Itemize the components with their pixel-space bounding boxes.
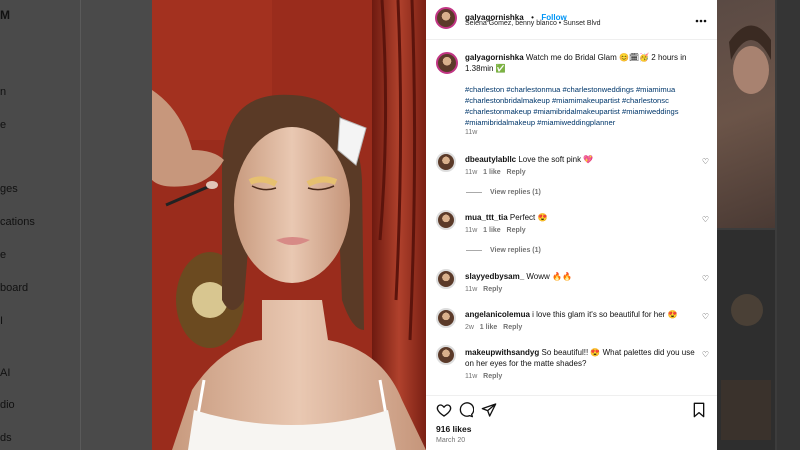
reply-button[interactable]: Reply — [507, 169, 526, 176]
save-icon[interactable] — [692, 402, 708, 418]
background-divider — [80, 0, 81, 450]
background-nav-fragment: e — [0, 119, 7, 131]
comment-item: slayyedbysam_ Woww 🔥🔥 ♡ 11w Reply — [426, 265, 717, 301]
comment-likes[interactable]: 1 like — [483, 227, 501, 234]
commenter-avatar[interactable] — [436, 345, 456, 365]
comment-username[interactable]: angelanicolemua — [465, 310, 530, 319]
comment-body: slayyedbysam_ Woww 🔥🔥 — [465, 271, 697, 282]
author-avatar[interactable] — [435, 7, 457, 29]
share-icon[interactable] — [481, 402, 497, 418]
reply-button[interactable]: Reply — [507, 227, 526, 234]
comment-meta: 11w Reply — [465, 286, 502, 293]
comment-body: dbeautylabllc Love the soft pink 💖 — [465, 154, 697, 165]
comment-time: 11w — [465, 373, 478, 380]
comment-username[interactable]: dbeautylabllc — [465, 155, 516, 164]
caption-timestamp: 11w — [465, 129, 478, 136]
more-options-icon[interactable] — [695, 10, 707, 28]
commenter-avatar[interactable] — [436, 210, 456, 230]
commenter-avatar[interactable] — [436, 269, 456, 289]
background-logo: M — [0, 8, 10, 22]
audio-location[interactable]: Selena Gomez, benny blanco • Sunset Blvd — [465, 20, 601, 27]
background-nav-fragment: AI — [0, 367, 11, 379]
commenter-avatar[interactable] — [436, 152, 456, 172]
background-nav-fragment: n — [0, 86, 7, 98]
comment-body: angelanicolemua i love this glam it's so… — [465, 309, 697, 320]
background-page-left: M n e ges cations e board I AI dio ds — [0, 0, 152, 450]
comment-item: angelanicolemua i love this glam it's so… — [426, 304, 717, 340]
background-nav-fragment: I — [0, 315, 4, 327]
comment-text: Woww 🔥🔥 — [526, 272, 572, 281]
background-nav-fragment: cations — [0, 216, 35, 228]
like-comment-icon[interactable]: ♡ — [702, 312, 709, 321]
caption-hashtags[interactable]: #charleston #charlestonmua #charlestonwe… — [465, 84, 697, 128]
reply-button[interactable]: Reply — [483, 286, 502, 293]
comment-time: 11w — [465, 286, 478, 293]
background-page-right — [717, 0, 800, 450]
comment-icon[interactable] — [458, 402, 475, 418]
comment-likes[interactable]: 1 like — [480, 324, 498, 331]
comment-username[interactable]: mua_ttt_tia — [465, 213, 508, 222]
background-thumbnail — [717, 230, 775, 450]
likes-count[interactable]: 916 likes — [436, 424, 471, 434]
like-icon[interactable] — [436, 402, 452, 418]
post-actions-bar: 916 likes March 20 — [426, 395, 717, 450]
comment-username[interactable]: slayyedbysam_ — [465, 272, 524, 281]
comment-likes[interactable]: 1 like — [483, 169, 501, 176]
background-nav-fragment: e — [0, 249, 7, 261]
caption-username[interactable]: galyagornishka — [465, 53, 524, 62]
view-replies-button[interactable]: View replies (1) — [466, 189, 541, 196]
comment-meta: 2w 1 like Reply — [465, 324, 522, 331]
background-nav-fragment: board — [0, 282, 29, 294]
comment-item: mua_ttt_tia Perfect 😍 ♡ 11w 1 like Reply… — [426, 206, 717, 266]
commenter-avatar[interactable] — [436, 308, 456, 328]
like-comment-icon[interactable]: ♡ — [702, 215, 709, 224]
comment-username[interactable]: makeupwithsandyg — [465, 348, 539, 357]
reply-button[interactable]: Reply — [503, 324, 522, 331]
caption-avatar[interactable] — [436, 52, 458, 74]
background-thumbnail — [717, 0, 775, 228]
post-media[interactable] — [152, 0, 426, 450]
comment-body: mua_ttt_tia Perfect 😍 — [465, 212, 697, 223]
comment-time: 11w — [465, 227, 478, 234]
post-date: March 20 — [436, 437, 466, 444]
post-header: galyagornishka • Follow Selena Gomez, be… — [426, 0, 717, 40]
comment-item: dbeautylabllc Love the soft pink 💖 ♡ 11w… — [426, 148, 717, 208]
caption-body: galyagornishka Watch me do Bridal Glam 😊… — [465, 52, 697, 74]
background-nav-fragment: ges — [0, 183, 18, 195]
like-comment-icon[interactable]: ♡ — [702, 274, 709, 283]
post-video-frame — [152, 0, 426, 450]
comment-meta: 11w 1 like Reply — [465, 169, 526, 176]
post-caption: galyagornishka Watch me do Bridal Glam 😊… — [426, 40, 717, 140]
comment-item: makeupwithsandyg So beautiful!! 😍 What p… — [426, 342, 717, 390]
reply-button[interactable]: Reply — [483, 373, 502, 380]
comment-text: Love the soft pink 💖 — [518, 155, 594, 164]
comment-text: Perfect 😍 — [509, 213, 548, 222]
view-replies-button[interactable]: View replies (1) — [466, 247, 541, 254]
like-comment-icon[interactable]: ♡ — [702, 350, 709, 359]
background-nav-fragment: ds — [0, 432, 12, 444]
comment-time: 2w — [465, 324, 474, 331]
like-comment-icon[interactable]: ♡ — [702, 157, 709, 166]
comment-meta: 11w 1 like Reply — [465, 227, 526, 234]
post-details-panel: galyagornishka • Follow Selena Gomez, be… — [426, 0, 717, 450]
background-nav-fragment: dio — [0, 399, 15, 411]
comment-text: i love this glam it's so beautiful for h… — [532, 310, 678, 319]
background-scroll-area — [777, 0, 800, 450]
comment-body: makeupwithsandyg So beautiful!! 😍 What p… — [465, 347, 697, 369]
comment-time: 11w — [465, 169, 478, 176]
comment-meta: 11w Reply — [465, 373, 502, 380]
